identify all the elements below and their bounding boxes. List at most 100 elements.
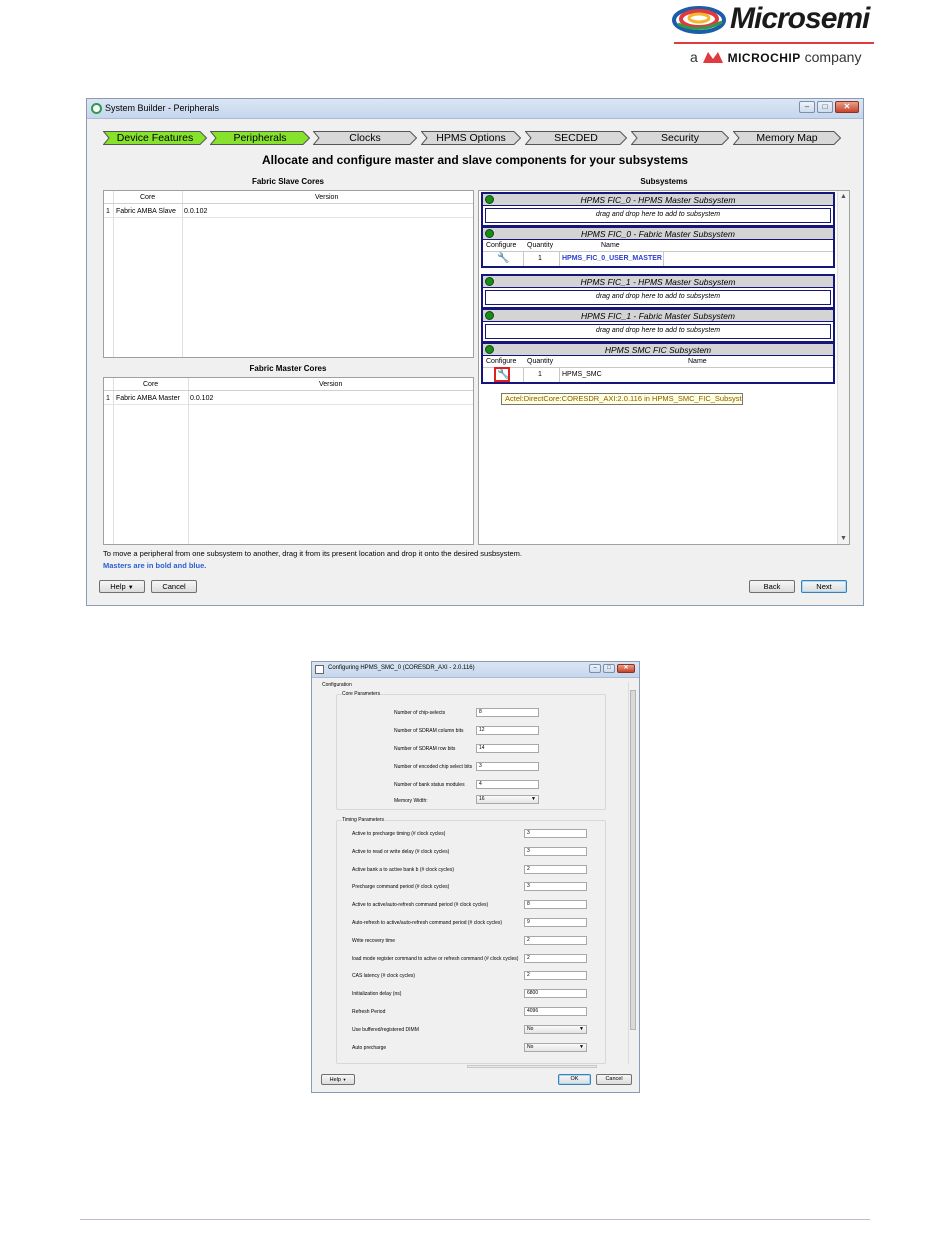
tagline-post: company [804, 49, 862, 65]
timing-param-input[interactable]: 3 [524, 846, 587, 856]
timing-select-label: Use buffered/registered DIMM [352, 1026, 419, 1033]
status-dot-icon [485, 277, 494, 286]
wizard-step-2[interactable]: Clocks [313, 131, 417, 145]
wizard-step-3[interactable]: HPMS Options [421, 131, 521, 145]
dialog-title: Configuring HPMS_SMC_0 (CORESDR_AXI - 2.… [328, 665, 475, 671]
subsystems-title: Subsystems [640, 177, 688, 186]
timing-param-label: Active to active/auto-refresh command pe… [352, 902, 489, 909]
row-number: 1 [106, 395, 110, 402]
title-bar: System Builder - Peripherals – □ ✕ [87, 99, 863, 119]
wizard-step-6[interactable]: Memory Map [733, 131, 841, 145]
core-param-input[interactable]: 4 [476, 780, 539, 789]
wizard-steps: Device Features Peripherals Clocks HPMS Opt… [103, 131, 863, 145]
dropdown-arrow-icon: ▼ [342, 1077, 347, 1082]
master-panel-title: Fabric Master Cores [249, 364, 327, 373]
timing-param-input[interactable]: 9 [524, 918, 587, 927]
core-param-input[interactable]: 14 [476, 744, 539, 753]
col-name: Name [688, 358, 707, 365]
wizard-step-label: Device Features [116, 132, 194, 144]
subsystem-item[interactable]: 🔧 1 HPMS_FIC_0_USER_MASTER [483, 252, 833, 266]
configure-wrench-icon[interactable]: 🔧 [497, 252, 509, 266]
cancel-button[interactable]: Cancel [596, 1074, 632, 1085]
ok-button[interactable]: OK [558, 1074, 591, 1085]
timing-param-input[interactable]: 2 [524, 864, 587, 874]
subsystem-fic0-hpms-master[interactable]: HPMS FIC_0 - HPMS Master Subsystem drag … [481, 192, 835, 227]
wizard-step-label: Peripherals [233, 132, 287, 144]
wizard-step-4[interactable]: SECDED [525, 131, 627, 145]
slave-panel-title: Fabric Slave Cores [251, 177, 325, 186]
timing-param-input[interactable]: 6800 [524, 989, 587, 999]
tagline-pre: a [690, 49, 698, 65]
status-dot-icon [485, 311, 494, 320]
maximize-button[interactable]: □ [817, 101, 833, 113]
timing-param-input[interactable]: 8 [524, 900, 587, 910]
scroll-down-icon[interactable]: ▼ [840, 535, 847, 542]
subsystem-fic1-hpms-master[interactable]: HPMS FIC_1 - HPMS Master Subsystem drag … [481, 274, 835, 309]
table-row[interactable]: 1 Fabric AMBA Slave 0.0.102 [104, 205, 473, 218]
timing-param-label: Initialization delay (ns) [352, 991, 402, 998]
col-core: Core [143, 381, 159, 388]
timing-param-label: Write recovery time [352, 937, 395, 944]
timing-param-input[interactable]: 2 [524, 953, 587, 963]
scroll-thumb[interactable] [630, 690, 636, 1030]
col-quantity: Quantity [527, 358, 554, 365]
back-button[interactable]: Back [749, 580, 795, 593]
cancel-button[interactable]: Cancel [151, 580, 197, 593]
wizard-step-label: Clocks [349, 132, 381, 144]
timing-param-label: Precharge command period (# clock cycles… [352, 884, 450, 891]
timing-param-select[interactable]: No [524, 1024, 587, 1034]
drop-zone[interactable]: drag and drop here to add to subsystem [485, 208, 831, 223]
help-button[interactable]: Help ▼ [99, 580, 145, 593]
system-builder-window: System Builder - Peripherals – □ ✕ Devic… [86, 98, 864, 606]
timing-param-input[interactable]: 4096 [524, 1007, 587, 1016]
subsystems-scrollbar[interactable]: ▲ ▼ [837, 191, 849, 544]
memory-width-select[interactable]: 16 [476, 795, 539, 804]
subsystem-fic0-fabric-master[interactable]: HPMS FIC_0 - Fabric Master Subsystem Con… [481, 226, 835, 268]
page-heading: Allocate and configure master and slave … [261, 153, 689, 167]
minimize-button[interactable]: – [589, 664, 601, 673]
subsystem-item[interactable]: 🔧 1 HPMS_SMC [483, 367, 833, 382]
item-name: HPMS_SMC [562, 371, 602, 378]
drop-zone[interactable]: drag and drop here to add to subsystem [485, 324, 831, 339]
close-button[interactable]: ✕ [617, 664, 635, 673]
dialog-scrollbar[interactable] [628, 682, 637, 1064]
core-param-label: Number of encoded chip select bits [394, 764, 473, 770]
col-core: Core [140, 194, 156, 201]
wizard-step-1[interactable]: Peripherals [210, 131, 310, 145]
subsystem-smc-fic[interactable]: HPMS SMC FIC Subsystem Configure Quantit… [481, 342, 835, 384]
horizontal-scrollbar[interactable] [467, 1065, 597, 1068]
timing-param-select[interactable]: No [524, 1042, 587, 1052]
table-row[interactable]: 1 Fabric AMBA Master 0.0.102 [104, 392, 473, 405]
core-param-input[interactable]: 12 [476, 726, 539, 735]
core-version: 0.0.102 [184, 208, 208, 215]
wizard-step-0[interactable]: Device Features [103, 131, 207, 145]
configuration-label: Configuration [322, 682, 352, 688]
core-param-label: Number of bank status modules [394, 782, 465, 788]
timing-param-input[interactable]: 3 [524, 882, 587, 892]
core-param-input[interactable]: 3 [476, 762, 539, 771]
timing-param-input[interactable]: 2 [524, 971, 587, 981]
next-button[interactable]: Next [801, 580, 847, 593]
timing-param-input[interactable]: 3 [524, 829, 587, 838]
microchip-icon [702, 52, 723, 63]
wizard-step-5[interactable]: Security [631, 131, 729, 145]
timing-param-label: Active to precharge timing (# clock cycl… [352, 831, 446, 837]
timing-param-label: Auto-refresh to active/auto-refresh comm… [352, 920, 503, 926]
timing-param-input[interactable]: 2 [524, 935, 587, 945]
subsystem-columns: Configure Quantity Name [483, 356, 833, 368]
minimize-button[interactable]: – [799, 101, 815, 113]
core-param-label: Number of chip-selects [394, 710, 446, 716]
timing-select-label: Auto precharge [352, 1044, 387, 1051]
core-param-label: Number of SDRAM column bits [394, 728, 464, 734]
maximize-button[interactable]: □ [603, 664, 615, 673]
logo-rule [674, 42, 874, 44]
scroll-up-icon[interactable]: ▲ [840, 193, 847, 200]
item-name: HPMS_FIC_0_USER_MASTER [562, 255, 662, 262]
help-label: Help [110, 582, 126, 591]
drop-zone[interactable]: drag and drop here to add to subsystem [485, 290, 831, 305]
close-button[interactable]: ✕ [835, 101, 859, 113]
core-version: 0.0.102 [190, 395, 214, 402]
core-param-input[interactable]: 8 [476, 708, 539, 717]
subsystem-fic1-fabric-master[interactable]: HPMS FIC_1 - Fabric Master Subsystem dra… [481, 308, 835, 343]
help-button[interactable]: Help ▼ [321, 1074, 355, 1085]
